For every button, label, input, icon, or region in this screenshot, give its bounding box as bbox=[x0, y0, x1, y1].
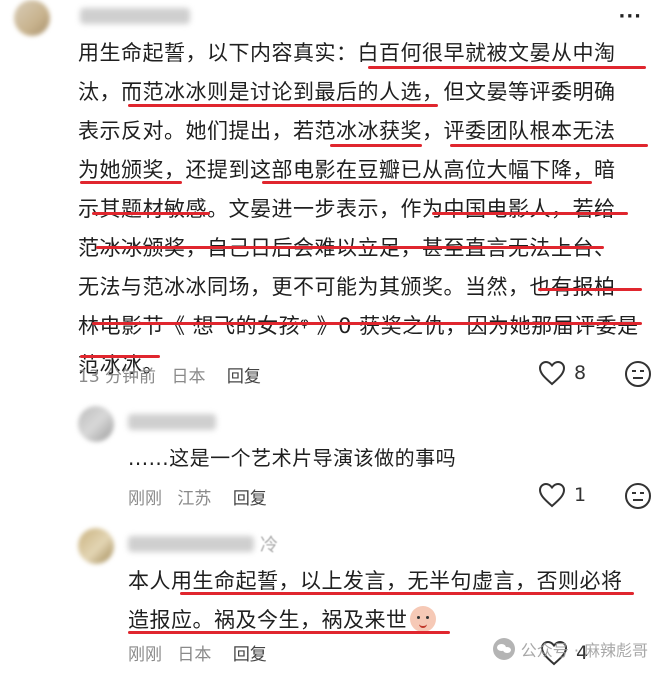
username-suffix[interactable]: 冷 bbox=[260, 531, 278, 557]
comment-time: 刚刚 bbox=[128, 489, 162, 509]
highlight-underline bbox=[262, 181, 592, 184]
comment-line-text: 造报应。祸及今生，祸及来世 bbox=[128, 608, 408, 632]
avatar[interactable] bbox=[78, 528, 114, 564]
highlight-underline bbox=[92, 212, 210, 215]
highlight-underline bbox=[330, 144, 422, 147]
more-menu-icon[interactable]: ··· bbox=[618, 6, 642, 27]
comment-meta: 13 分钟前 日本 回复 bbox=[78, 362, 271, 387]
username-blurred[interactable] bbox=[128, 414, 216, 430]
highlight-underline bbox=[96, 246, 604, 249]
emoji-reaction-icon[interactable] bbox=[624, 360, 652, 388]
reply-body: 本人用生命起誓，以上发言，无半句虚言，否则必将 造报应。祸及今生，祸及来世 bbox=[128, 562, 638, 640]
reply-button[interactable]: 回复 bbox=[227, 367, 261, 387]
like-button[interactable]: 1 bbox=[538, 482, 586, 508]
highlight-underline bbox=[80, 181, 182, 184]
heart-icon bbox=[538, 482, 566, 508]
reply-button[interactable]: 回复 bbox=[233, 489, 267, 509]
highlight-underline bbox=[80, 355, 160, 358]
comment-time: 刚刚 bbox=[128, 645, 162, 665]
username-blurred[interactable] bbox=[128, 536, 254, 552]
watermark: 公众号 · 麻辣彪哥 bbox=[492, 637, 648, 661]
highlight-underline bbox=[368, 66, 646, 69]
comment-line: 本人用生命起誓，以上发言，无半句虚言，否则必将 bbox=[128, 569, 623, 593]
smile-face-icon bbox=[409, 606, 436, 632]
highlight-underline bbox=[432, 212, 628, 215]
watermark-text: 公众号 · 麻辣彪哥 bbox=[520, 641, 648, 660]
comment-time: 13 分钟前 bbox=[78, 367, 157, 387]
like-count: 8 bbox=[574, 362, 587, 384]
reply-button[interactable]: 回复 bbox=[233, 645, 267, 665]
avatar[interactable] bbox=[14, 0, 50, 36]
highlight-underline bbox=[180, 592, 634, 595]
heart-icon bbox=[538, 360, 566, 386]
comment-location: 江苏 bbox=[177, 489, 212, 509]
like-button[interactable]: 8 bbox=[538, 360, 586, 386]
highlight-underline bbox=[450, 144, 648, 147]
comment-location: 日本 bbox=[177, 645, 212, 665]
comment-body: 用生命起誓，以下内容真实：白百何很早就被文晏从中淘 汰，而范冰冰则是讨论到最后的… bbox=[78, 34, 648, 385]
emoji-reaction-icon[interactable] bbox=[624, 482, 652, 510]
comment-line: 为她颁奖，还提到这部电影在豆瓣已从高位大幅下降，暗 bbox=[78, 158, 616, 182]
username-blurred[interactable] bbox=[80, 8, 190, 24]
highlight-underline bbox=[128, 104, 438, 107]
like-count: 1 bbox=[574, 484, 587, 506]
comment-line: 造报应。祸及今生，祸及来世 bbox=[128, 601, 638, 640]
comment-line: 示其题材敏感。文晏进一步表示，作为中国电影人，若给 bbox=[78, 197, 616, 221]
reply-body: ......这是一个艺术片导演该做的事吗 bbox=[128, 446, 457, 470]
comment-meta: 刚刚 日本 回复 bbox=[128, 640, 277, 665]
wechat-icon bbox=[492, 638, 515, 660]
comment-meta: 刚刚 江苏 回复 bbox=[128, 484, 277, 509]
highlight-underline bbox=[538, 288, 642, 291]
comment-line: 林电影节《 想飞的女孩ᵠ 》0 获奖之仇，因为她那届评委是 bbox=[78, 314, 639, 338]
comment-location: 日本 bbox=[171, 367, 206, 387]
highlight-underline bbox=[128, 631, 450, 634]
highlight-underline bbox=[92, 322, 642, 325]
avatar[interactable] bbox=[78, 406, 114, 442]
